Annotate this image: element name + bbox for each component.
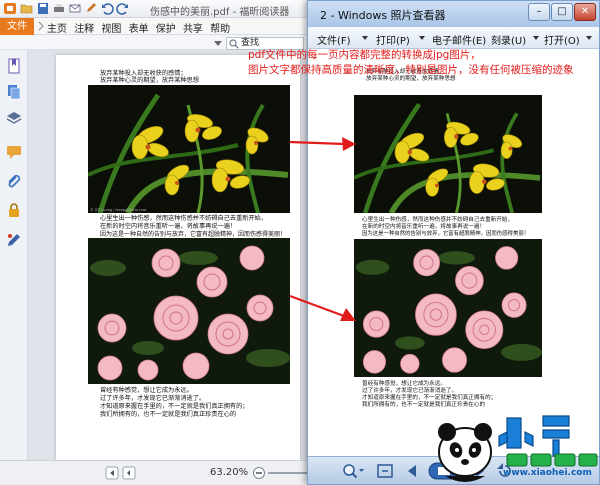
print-icon[interactable] <box>52 2 66 15</box>
menu-help[interactable]: 帮助 <box>210 24 230 35</box>
menu-email[interactable]: 电子邮件(E) <box>432 32 486 47</box>
page-text-line: 曾经有种感觉，想让它成为永远。 <box>100 387 193 394</box>
menu-burn-dropdown-icon <box>533 36 539 40</box>
viewer-menubar: 文件(F) 打印(P) 电子邮件(E) 刻录(U) 打开(O) <box>308 27 599 49</box>
menu-comment[interactable]: 注释 <box>74 24 94 35</box>
watermark-url: www.xiaohei.com <box>503 468 592 478</box>
comments-panel-icon[interactable] <box>6 144 22 160</box>
first-page-icon[interactable] <box>105 466 119 480</box>
site-watermark: www.xiaohei.com <box>425 410 600 485</box>
open-icon[interactable] <box>20 2 34 15</box>
email-icon[interactable] <box>68 2 82 15</box>
reader-menubar: 文件 主页 注释 视图 表单 保护 共享 帮助 <box>0 18 310 35</box>
search-placeholder: 查找 <box>241 38 260 48</box>
arrow-icon <box>289 294 356 321</box>
save-icon[interactable] <box>36 2 50 15</box>
roses-photo <box>88 238 290 384</box>
menu-protect[interactable]: 保护 <box>156 24 176 35</box>
page-text-line: 心里生出一种伤感，然而这种伤感并不妨碍自己去重新开始， <box>100 215 268 222</box>
maximize-button[interactable]: □ <box>551 3 573 21</box>
viewer-rendered-page: 放弃某种投入却无收获的感情； 放弃某种心灵的期望，放弃某种思想 心里生出一种伤感… <box>348 69 548 444</box>
bookmark-panel-icon[interactable] <box>6 58 22 74</box>
search-icon <box>229 39 239 49</box>
prev-page-icon[interactable] <box>122 466 136 480</box>
page-text-line: 我们所拥有的，也不一定就是我们真正珍贵在心的 <box>100 411 237 418</box>
menu-home[interactable]: 主页 <box>47 24 67 35</box>
layers-panel-icon[interactable] <box>6 110 22 126</box>
undo-icon[interactable] <box>100 2 114 15</box>
close-button[interactable]: ✕ <box>574 3 596 21</box>
reader-file-tab[interactable]: 文件 <box>0 18 34 35</box>
arrow-icon <box>289 137 356 151</box>
annotation-line-1: pdf文件中的每一页内容都完整的转换成jpg图片， <box>248 49 481 61</box>
orchid-photo <box>354 95 542 213</box>
reader-statusbar: 63.20% <box>0 460 310 485</box>
minimize-button[interactable]: – <box>528 3 550 21</box>
menu-open-dropdown-icon <box>586 36 592 40</box>
annotation-text: pdf文件中的每一页内容都完整的转换成jpg图片， 图片文字都保持高质量的清晰度… <box>248 48 574 78</box>
reader-app-icon <box>4 3 16 14</box>
menu-file[interactable]: 文件(F) <box>317 32 351 47</box>
page-text-line: 因为这是一种自然的告别与放弃，它富有超脱精神，因而伤感得美丽！ <box>362 231 530 237</box>
reader-sidebar <box>0 50 28 460</box>
menu-print[interactable]: 打印(P) <box>376 32 410 47</box>
reader-menu-separator-icon <box>38 21 44 31</box>
reader-titlebar: 伤感中的美丽.pdf - 福昕阅读器 <box>0 0 310 18</box>
zoom-level[interactable]: 63.20% <box>210 467 248 478</box>
annotation-line-2: 图片文字都保持高质量的清晰度，特别是图片，没有任何被压缩的迹象 <box>248 64 574 76</box>
menu-form[interactable]: 表单 <box>129 24 149 35</box>
menu-open[interactable]: 打开(O) <box>544 32 580 47</box>
zoom-slider[interactable] <box>268 472 308 474</box>
edit-icon[interactable] <box>84 2 98 15</box>
page-text-line: 在新的时空内将音乐重听一遍，将故事再说一遍！ <box>100 223 237 230</box>
search-options-icon[interactable] <box>212 37 224 49</box>
previous-image-icon[interactable] <box>402 462 424 480</box>
actual-size-icon[interactable] <box>374 462 396 480</box>
pages-panel-icon[interactable] <box>6 84 22 100</box>
reader-document-title: 伤感中的美丽.pdf - 福昕阅读器 <box>150 7 290 18</box>
signature-panel-icon[interactable] <box>6 232 22 248</box>
zoom-icon[interactable] <box>338 462 366 480</box>
orchid-photo <box>88 85 290 213</box>
menu-share[interactable]: 共享 <box>183 24 203 35</box>
redo-icon[interactable] <box>116 2 130 15</box>
zoom-out-icon[interactable] <box>252 466 266 480</box>
roses-photo <box>354 239 542 377</box>
menu-burn[interactable]: 刻录(U) <box>491 32 526 47</box>
photo-credit: © QT Luong / terragalleria.com <box>90 208 147 212</box>
reader-menu-list: 主页 注释 视图 表单 保护 共享 帮助 <box>47 20 234 35</box>
attachments-panel-icon[interactable] <box>6 174 22 190</box>
page-text-line: 过了许多年，才发现它已渐渐消逝了。 <box>100 395 206 402</box>
menu-view[interactable]: 视图 <box>101 24 121 35</box>
page-text-line: 我们所拥有的，也不一定就是我们真正珍贵在心的 <box>362 402 486 408</box>
menu-file-dropdown-icon <box>362 36 368 40</box>
menu-print-dropdown-icon <box>419 36 425 40</box>
page-text-line: 放弃某种心灵的期望，放弃某种思想 <box>100 77 199 84</box>
viewer-titlebar: 2 - Windows 照片查看器 – □ ✕ <box>308 1 599 27</box>
reader-pdf-page: 放弃某种投入却无收获的感情； 放弃某种心灵的期望，放弃某种思想 © QT Luo… <box>56 55 300 460</box>
viewer-image-area[interactable]: 放弃某种投入却无收获的感情； 放弃某种心灵的期望，放弃某种思想 心里生出一种伤感… <box>308 49 599 456</box>
viewer-window-title: 2 - Windows 照片查看器 <box>320 9 446 22</box>
page-text-line: 才知道原来握在手里的，不一定就是我们真正拥有的； <box>100 403 249 410</box>
security-panel-icon[interactable] <box>6 202 22 218</box>
